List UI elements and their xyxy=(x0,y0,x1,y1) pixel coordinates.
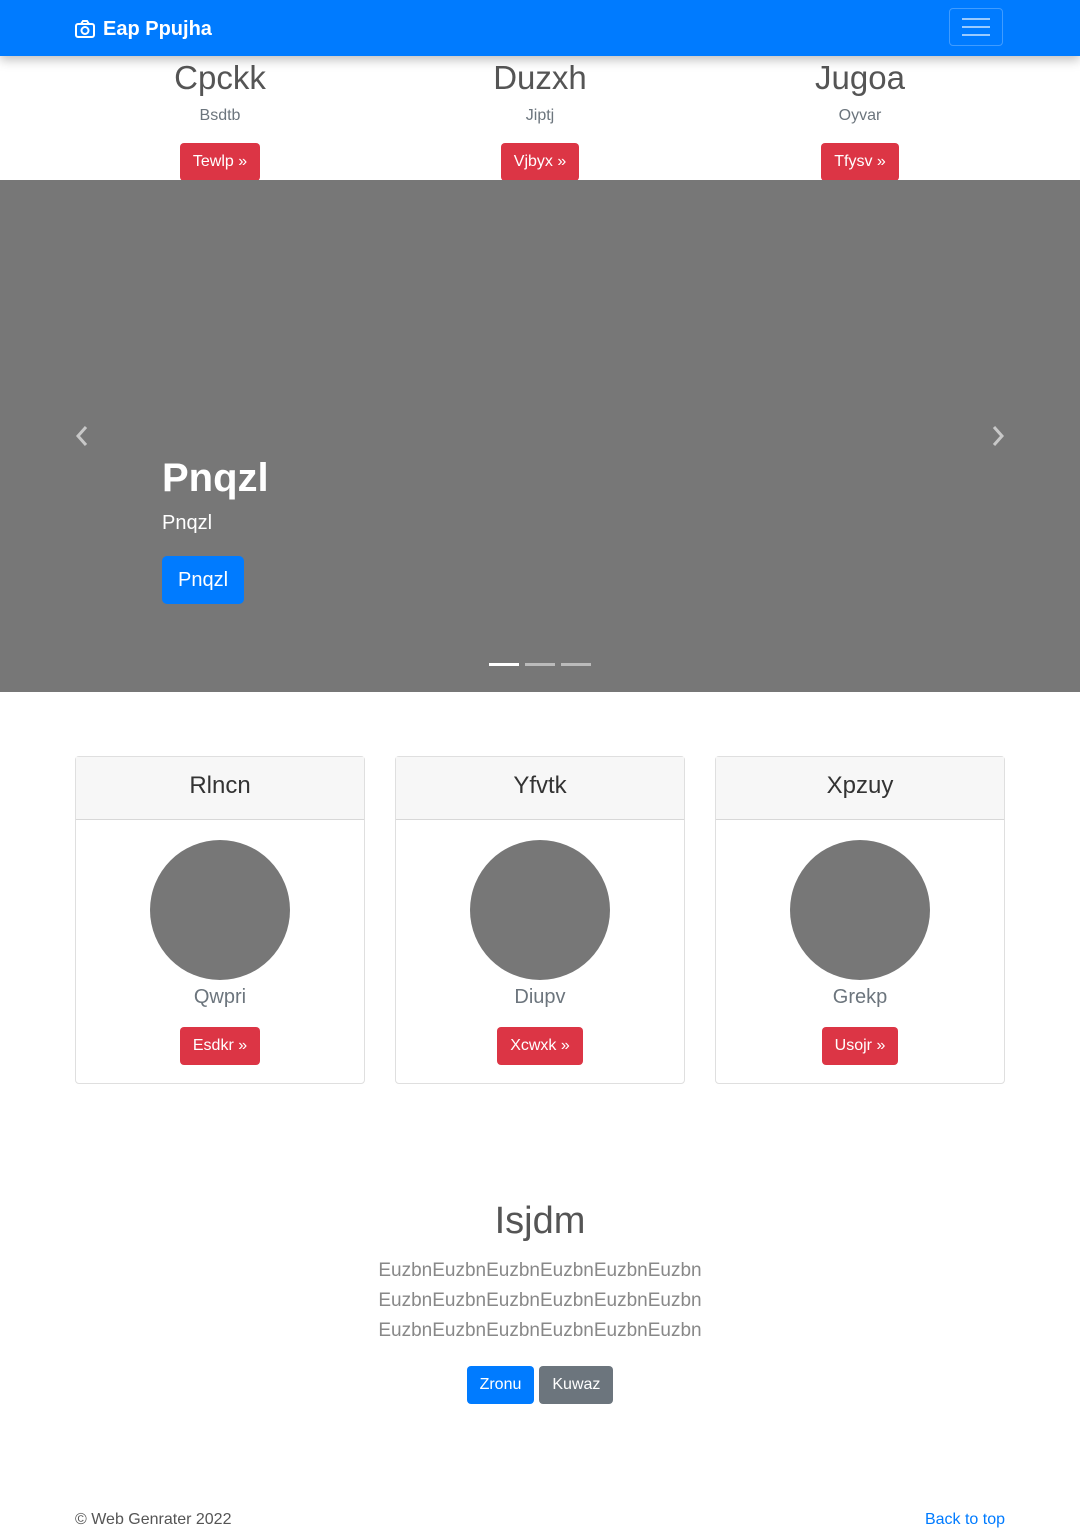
card-name: Grekp xyxy=(832,986,888,1008)
carousel-indicator[interactable] xyxy=(525,663,555,666)
carousel: Pnqzl Pnqzl Pnqzl xyxy=(0,180,1080,692)
carousel-button[interactable]: Pnqzl xyxy=(162,556,244,604)
primary-button[interactable]: Zronu xyxy=(466,1366,535,1404)
text-line: EuzbnEuzbnEuzbnEuzbnEuzbnEuzbn xyxy=(378,1260,702,1281)
chevron-left-icon[interactable] xyxy=(72,424,92,448)
card-button[interactable]: Usojr » xyxy=(821,1027,899,1065)
card-header: Rlncn xyxy=(76,757,364,820)
column-subtext: Jiptj xyxy=(525,107,555,124)
profile-card: Xpzuy Grekp Usojr » xyxy=(715,756,1005,1084)
hamburger-icon xyxy=(962,18,990,20)
text-line: EuzbnEuzbnEuzbnEuzbnEuzbnEuzbn xyxy=(378,1290,702,1311)
card-name: Qwpri xyxy=(193,986,247,1008)
footer-copyright: © Web Genrater 2022 xyxy=(75,1511,232,1528)
top-column: Cpckk Bsdtb Tewlp » xyxy=(60,56,380,181)
section-buttons: Zronu Kuwaz xyxy=(0,1366,1080,1404)
top-column: Jugoa Oyvar Tfysv » xyxy=(700,56,1020,181)
camera-icon xyxy=(75,20,95,38)
card-header: Xpzuy xyxy=(716,757,1004,820)
chevron-right-icon[interactable] xyxy=(988,424,1008,448)
text-line: EuzbnEuzbnEuzbnEuzbnEuzbnEuzbn xyxy=(378,1320,702,1341)
avatar xyxy=(790,840,930,980)
avatar xyxy=(150,840,290,980)
hamburger-icon xyxy=(962,34,990,36)
secondary-button[interactable]: Kuwaz xyxy=(539,1366,614,1404)
profile-card: Rlncn Qwpri Esdkr » xyxy=(75,756,365,1084)
section-text: EuzbnEuzbnEuzbnEuzbnEuzbnEuzbn EuzbnEuzb… xyxy=(0,1256,1080,1346)
navbar: Eap Ppujha xyxy=(0,0,1080,56)
card-button[interactable]: Xcwxk » xyxy=(497,1027,583,1065)
column-subtext: Oyvar xyxy=(838,107,882,124)
section-title: Isjdm xyxy=(494,1200,586,1242)
column-heading: Cpckk xyxy=(174,59,266,96)
profile-card: Yfvtk Diupv Xcwxk » xyxy=(395,756,685,1084)
navbar-toggler[interactable] xyxy=(949,8,1003,46)
brand-name: Eap Ppujha xyxy=(103,17,212,40)
carousel-indicator[interactable] xyxy=(561,663,591,666)
column-button[interactable]: Vjbyx » xyxy=(500,143,580,181)
column-heading: Jugoa xyxy=(815,59,905,96)
top-column: Duzxh Jiptj Vjbyx » xyxy=(380,56,700,181)
hamburger-icon xyxy=(962,26,990,28)
card-button[interactable]: Esdkr » xyxy=(179,1027,261,1065)
column-button[interactable]: Tewlp » xyxy=(179,143,261,181)
brand-link[interactable]: Eap Ppujha xyxy=(75,16,212,42)
avatar xyxy=(470,840,610,980)
column-button[interactable]: Tfysv » xyxy=(821,143,899,181)
card-header: Yfvtk xyxy=(396,757,684,820)
card-name: Diupv xyxy=(514,986,566,1008)
carousel-title: Pnqzl xyxy=(162,456,269,500)
back-to-top-link[interactable]: Back to top xyxy=(925,1511,1005,1529)
carousel-indicator[interactable] xyxy=(489,663,519,666)
column-subtext: Bsdtb xyxy=(199,107,241,124)
column-heading: Duzxh xyxy=(493,59,587,96)
carousel-subtitle: Pnqzl xyxy=(162,512,213,534)
carousel-indicators xyxy=(489,663,591,666)
